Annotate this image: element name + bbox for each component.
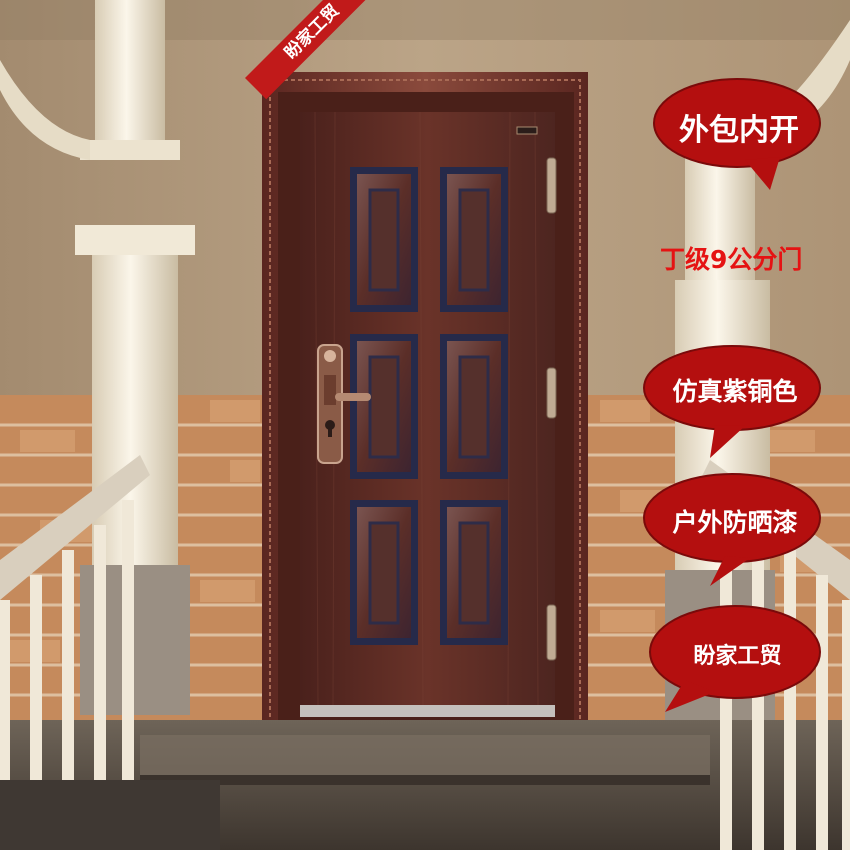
- callout-bubble-4: 盼家工贸: [645, 600, 830, 720]
- spec-label: 丁级9公分门: [660, 245, 803, 274]
- callout-bubble-3: 户外防晒漆: [640, 468, 830, 588]
- callout-bubble-1: 外包内开: [650, 75, 828, 195]
- callout-label-2: 仿真紫铜色: [672, 377, 798, 406]
- callout-bubble-2: 仿真紫铜色: [640, 340, 830, 460]
- callout-label-3: 户外防晒漆: [672, 508, 798, 537]
- callout-label-1: 外包内开: [679, 113, 799, 148]
- callout-label-4: 盼家工贸: [693, 644, 782, 669]
